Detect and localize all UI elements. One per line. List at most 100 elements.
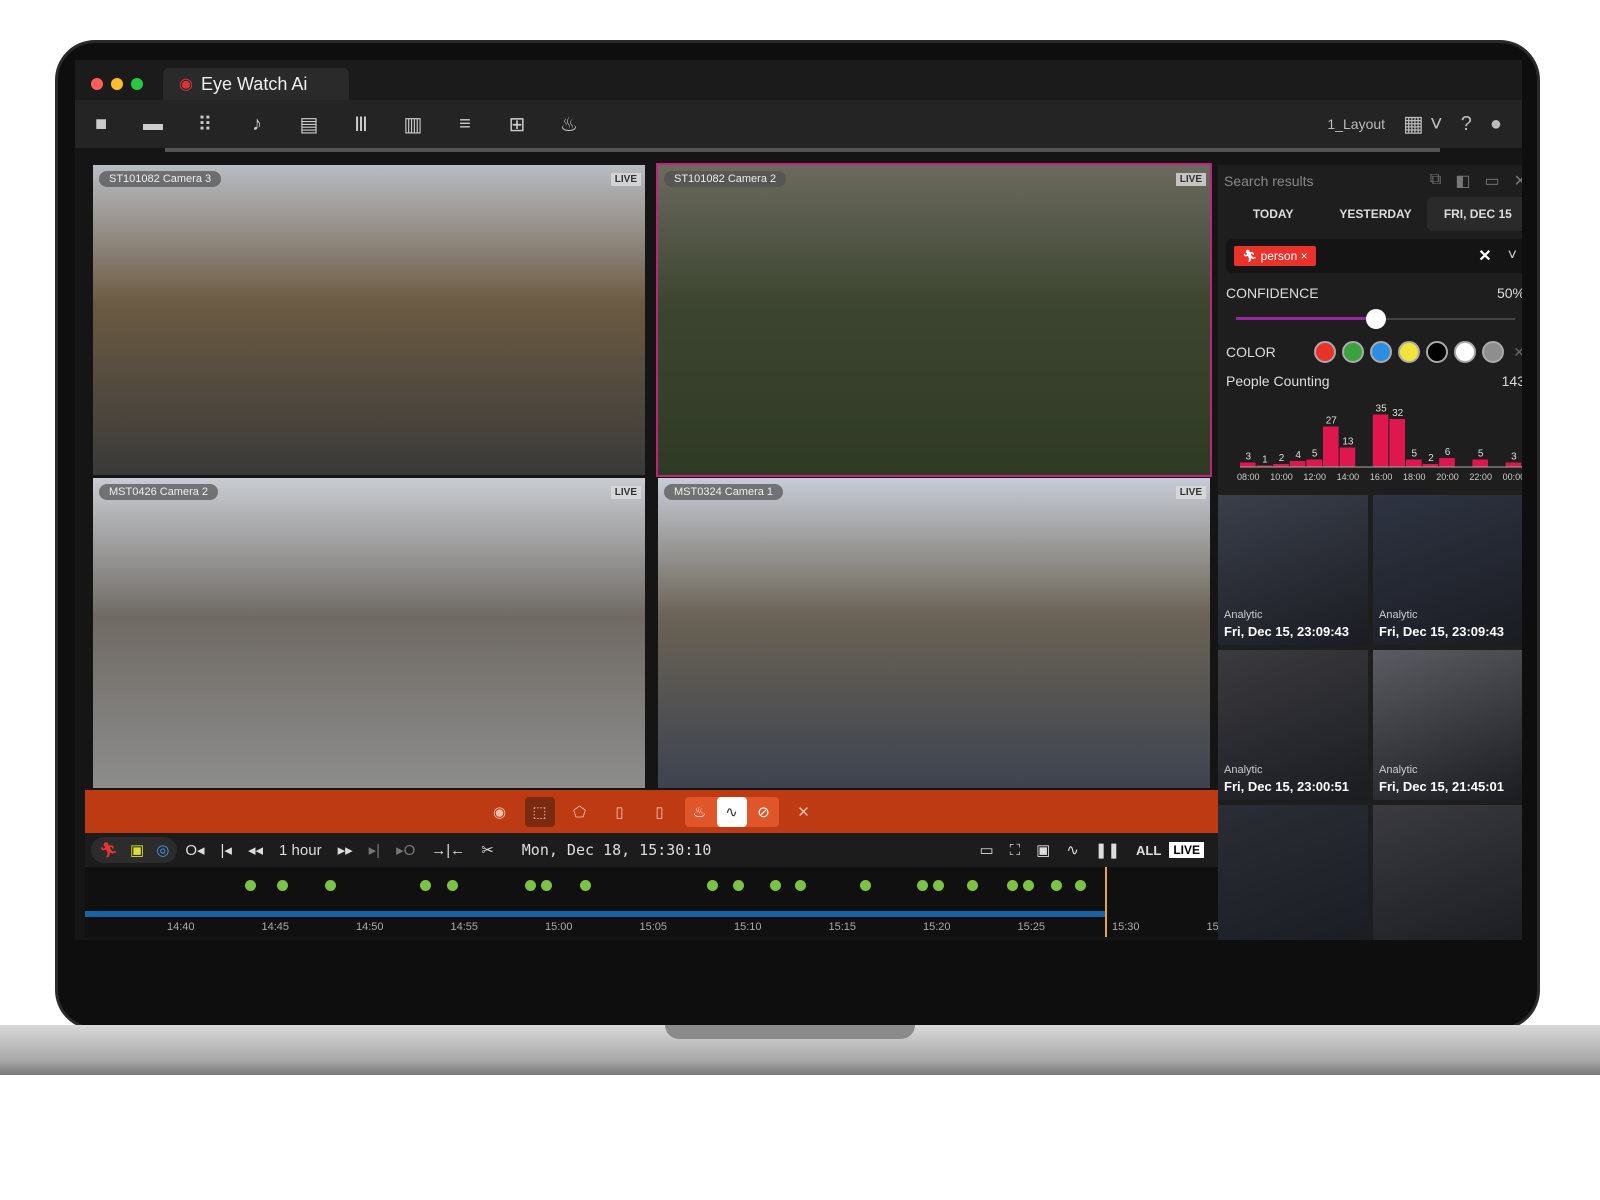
event-marker[interactable] bbox=[245, 880, 256, 891]
event-marker[interactable] bbox=[1007, 880, 1018, 891]
event-marker[interactable] bbox=[733, 880, 744, 891]
search-result[interactable]: Analytic Fri, Dec 15, 23:09:43 bbox=[1373, 495, 1522, 645]
color-swatch[interactable] bbox=[1426, 341, 1448, 363]
face-filter-icon[interactable]: ◎ bbox=[156, 841, 169, 859]
activity-icon[interactable]: ∿ bbox=[1066, 841, 1079, 859]
color-swatch[interactable] bbox=[1370, 341, 1392, 363]
vehicle-filter-icon[interactable]: ▣ bbox=[130, 841, 144, 859]
maximize-window-button[interactable] bbox=[131, 78, 143, 90]
search-result[interactable]: Analytic Fri, Dec 15, 21:45:01 bbox=[1373, 650, 1522, 800]
event-marker[interactable] bbox=[795, 880, 806, 891]
apps-icon[interactable]: ⠿ bbox=[179, 112, 231, 137]
live-button[interactable]: LIVE bbox=[1169, 842, 1204, 858]
camera-tile[interactable]: MST0324 Camera 1 LIVE bbox=[658, 478, 1210, 788]
confidence-slider[interactable] bbox=[1236, 309, 1515, 329]
date-tab[interactable]: FRI, DEC 15 bbox=[1426, 197, 1522, 231]
path-icon[interactable]: ∿ bbox=[716, 796, 747, 827]
fit-icon[interactable]: ▣ bbox=[1036, 841, 1050, 859]
event-marker[interactable] bbox=[860, 880, 871, 891]
event-marker[interactable] bbox=[277, 880, 288, 891]
split-icon[interactable]: →|← bbox=[431, 842, 465, 859]
next-icon[interactable]: ▸| bbox=[369, 841, 380, 859]
event-marker[interactable] bbox=[525, 880, 536, 891]
search-result[interactable]: Analytic Fri, Dec 15, 23:00:51 bbox=[1218, 650, 1368, 800]
library-icon[interactable]: Ⅲ bbox=[335, 112, 387, 137]
color-swatch[interactable] bbox=[1454, 341, 1476, 363]
close-panel-icon[interactable]: ✕ bbox=[1514, 171, 1522, 191]
minimize-window-button[interactable] bbox=[111, 78, 123, 90]
calendar-icon[interactable]: ▤ bbox=[283, 112, 335, 137]
fire-icon[interactable]: ♨ bbox=[543, 112, 595, 137]
playhead[interactable] bbox=[1105, 867, 1107, 937]
region-icon[interactable]: ⬚ bbox=[524, 796, 555, 827]
fast-forward-icon[interactable]: ▸▸ bbox=[338, 841, 353, 859]
timeline[interactable]: 14:40 14:45 14:50 14:55 15:00 15:05 15:10 15:15… bbox=[85, 867, 1219, 937]
popout-icon[interactable]: ⧉ bbox=[1430, 171, 1441, 191]
search-result[interactable] bbox=[1373, 805, 1522, 940]
user-icon[interactable]: ● bbox=[1490, 113, 1502, 136]
interval-selector[interactable]: 1 hour bbox=[279, 842, 322, 859]
layout-grid-icon[interactable]: ▦ ˅ bbox=[1403, 111, 1443, 137]
close-icon[interactable]: ✕ bbox=[789, 797, 819, 827]
filter-box[interactable]: 🏃︎ person × ✕ ˅ bbox=[1226, 239, 1522, 273]
grid-icon[interactable]: ⊞ bbox=[491, 112, 543, 137]
delete-all-icon[interactable]: ▯ bbox=[645, 797, 675, 827]
camera-tile[interactable]: ST101082 Camera 2 LIVE bbox=[656, 163, 1212, 477]
event-marker[interactable] bbox=[1023, 880, 1034, 891]
event-marker[interactable] bbox=[580, 880, 591, 891]
camera-tile[interactable]: ST101082 Camera 3 LIVE bbox=[93, 165, 645, 475]
pause-icon[interactable]: ❚❚ bbox=[1095, 841, 1120, 859]
polygon-icon[interactable]: ⬠ bbox=[565, 797, 595, 827]
slider-thumb[interactable] bbox=[1365, 309, 1386, 329]
heatmap-icon[interactable]: ♨ bbox=[685, 797, 715, 827]
heatmap-off-icon[interactable]: ⊘ bbox=[749, 797, 779, 827]
search-result[interactable]: Analytic Fri, Dec 15, 23:09:43 bbox=[1218, 495, 1368, 645]
color-swatch[interactable] bbox=[1398, 341, 1420, 363]
event-marker[interactable] bbox=[707, 880, 718, 891]
map-icon[interactable]: ▥ bbox=[387, 112, 439, 137]
sidebar-icon[interactable]: ◧ bbox=[1455, 171, 1470, 191]
event-marker[interactable] bbox=[541, 880, 552, 891]
app-tab[interactable]: ◉ Eye Watch Ai bbox=[163, 68, 349, 100]
folder-icon[interactable]: ▬ bbox=[127, 113, 179, 136]
event-marker[interactable] bbox=[933, 880, 944, 891]
person-filter-icon[interactable]: 🏃︎ bbox=[99, 841, 118, 859]
help-icon[interactable]: ? bbox=[1461, 113, 1472, 136]
go-end-icon[interactable]: ▸O bbox=[396, 841, 415, 859]
event-marker[interactable] bbox=[770, 880, 781, 891]
go-start-icon[interactable]: O◂ bbox=[185, 841, 204, 859]
maximize-icon[interactable]: ▭ bbox=[1484, 171, 1499, 191]
date-tab[interactable]: TODAY bbox=[1222, 197, 1324, 231]
fullscreen-icon[interactable]: ⛶ bbox=[1010, 842, 1021, 859]
clear-icon[interactable]: ✕ bbox=[1478, 246, 1491, 266]
bell-icon[interactable]: ♪ bbox=[231, 113, 283, 136]
color-swatch[interactable] bbox=[1482, 341, 1504, 363]
camera-tile[interactable]: MST0426 Camera 2 LIVE bbox=[93, 478, 645, 788]
previous-icon[interactable]: |◂ bbox=[221, 841, 232, 859]
camera-icon[interactable]: ■ bbox=[75, 113, 127, 136]
event-marker[interactable] bbox=[917, 880, 928, 891]
event-marker[interactable] bbox=[1075, 880, 1086, 891]
list-icon[interactable]: ≡ bbox=[439, 113, 491, 136]
date-tab[interactable]: YESTERDAY bbox=[1324, 197, 1426, 231]
event-marker[interactable] bbox=[420, 880, 431, 891]
event-marker[interactable] bbox=[967, 880, 978, 891]
event-marker[interactable] bbox=[1051, 880, 1062, 891]
delete-icon[interactable]: ▯ bbox=[605, 797, 635, 827]
layout-selector[interactable]: 1_Layout bbox=[1327, 116, 1385, 132]
clear-color-icon[interactable]: ✕ bbox=[1513, 344, 1522, 361]
all-button[interactable]: ALL bbox=[1136, 843, 1161, 858]
event-marker[interactable] bbox=[447, 880, 458, 891]
rewind-icon[interactable]: ◂◂ bbox=[248, 841, 263, 859]
color-swatch[interactable] bbox=[1342, 341, 1364, 363]
dropdown-icon[interactable]: ˅ bbox=[1508, 247, 1517, 265]
person-tag[interactable]: 🏃︎ person × bbox=[1234, 246, 1316, 266]
color-swatch[interactable] bbox=[1314, 341, 1336, 363]
event-marker[interactable] bbox=[325, 880, 336, 891]
scissors-icon[interactable]: ✂ bbox=[481, 841, 494, 859]
eye-icon[interactable]: ◉ bbox=[485, 797, 515, 827]
search-result[interactable] bbox=[1218, 805, 1368, 940]
close-window-button[interactable] bbox=[91, 78, 103, 90]
film-icon[interactable]: ▭ bbox=[979, 841, 993, 859]
remove-tag-icon[interactable]: × bbox=[1301, 249, 1308, 263]
